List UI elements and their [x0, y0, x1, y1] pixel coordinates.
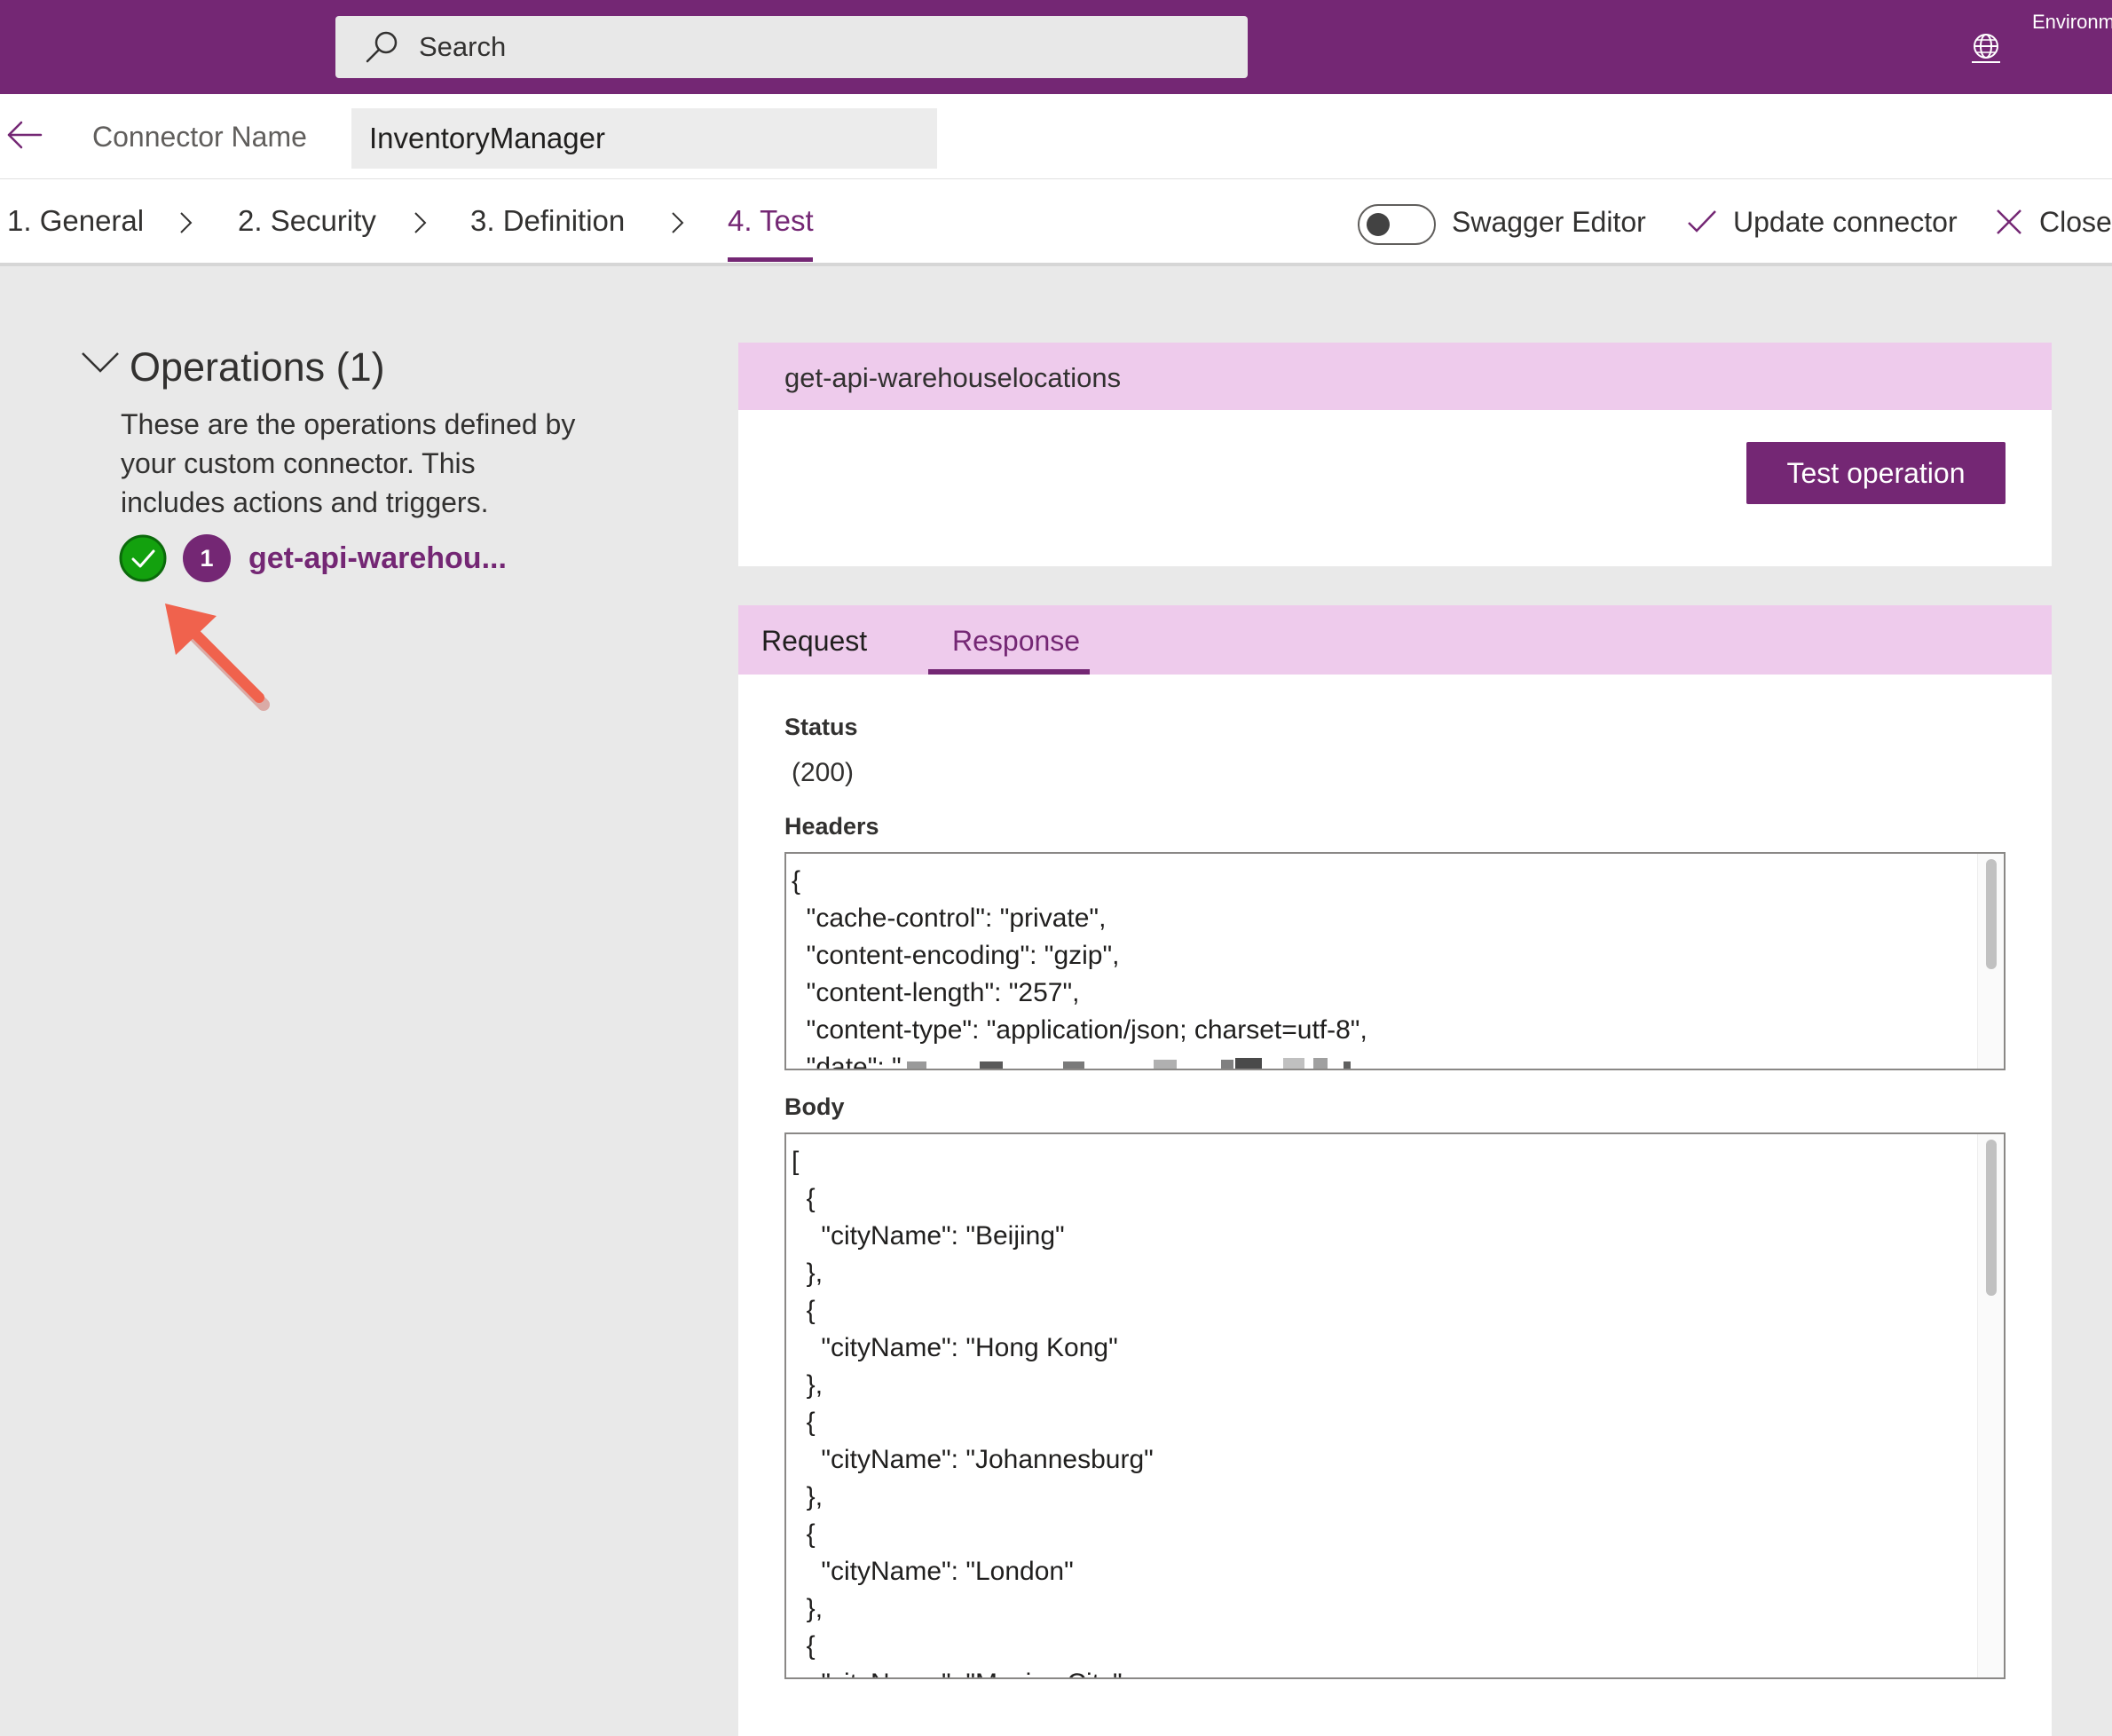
headers-label: Headers	[784, 813, 879, 840]
environment-label[interactable]: Environments	[2032, 11, 2112, 34]
body-textbox[interactable]: [ { "cityName": "Beijing" }, { "cityName…	[784, 1132, 2006, 1679]
chevron-down-icon[interactable]	[80, 350, 121, 376]
connector-name-label: Connector Name	[92, 121, 307, 153]
headers-textbox[interactable]: { "cache-control": "private", "content-e…	[784, 852, 2006, 1070]
success-check-icon	[119, 534, 167, 582]
body-scroll-thumb[interactable]	[1986, 1140, 1997, 1296]
globe-icon[interactable]	[1968, 30, 2004, 66]
tab-request[interactable]: Request	[761, 625, 867, 658]
back-arrow-icon[interactable]	[4, 117, 46, 153]
body-content: [ { "cityName": "Beijing" }, { "cityName…	[792, 1147, 1154, 1677]
step-definition[interactable]: 3. Definition	[470, 204, 625, 238]
headers-content: { "cache-control": "private", "content-e…	[792, 866, 1367, 1070]
chevron-right-icon	[672, 212, 684, 233]
chevron-right-icon	[414, 212, 427, 233]
status-value: (200)	[792, 758, 855, 787]
body-scrollbar[interactable]	[1977, 1134, 2004, 1677]
redacted-pixel	[1283, 1058, 1304, 1069]
headers-scrollbar[interactable]	[1977, 854, 2004, 1069]
update-connector-button[interactable]: Update connector	[1733, 206, 1958, 239]
operation-card: Test operation	[738, 410, 2052, 566]
response-panel: Status (200) Headers { "cache-control": …	[738, 675, 2052, 1736]
chevron-right-icon	[180, 212, 193, 233]
swagger-editor-toggle[interactable]	[1358, 204, 1436, 245]
operations-title[interactable]: Operations (1)	[130, 344, 385, 391]
step-test[interactable]: 4. Test	[728, 204, 814, 238]
operation-link[interactable]: get-api-warehou...	[248, 541, 507, 576]
top-bar: Search Environments	[0, 0, 2112, 94]
test-operation-button[interactable]: Test operation	[1746, 442, 2006, 504]
operation-header: get-api-warehouselocations	[738, 343, 2052, 410]
search-box[interactable]: Search	[335, 16, 1248, 78]
search-icon	[366, 31, 398, 63]
connector-name-bar: Connector Name InventoryManager	[0, 94, 2112, 179]
operations-description: These are the operations defined by your…	[121, 408, 576, 518]
tab-response[interactable]: Response	[952, 625, 1080, 658]
wizard-steps-bar: 1. General 2. Security 3. Definition 4. …	[0, 179, 2112, 266]
step-security[interactable]: 2. Security	[238, 204, 376, 238]
checkmark-icon[interactable]	[1686, 206, 1718, 238]
search-placeholder: Search	[419, 31, 507, 62]
active-step-indicator	[728, 257, 813, 262]
operation-number-badge: 1	[183, 534, 231, 582]
body-label: Body	[784, 1093, 845, 1120]
step-general[interactable]: 1. General	[7, 204, 144, 238]
status-label: Status	[784, 714, 858, 740]
annotation-arrow-icon	[165, 604, 270, 711]
operation-header-title: get-api-warehouselocations	[784, 362, 1122, 393]
redacted-pixel	[1235, 1058, 1262, 1069]
connector-name-input[interactable]: InventoryManager	[351, 108, 937, 169]
swagger-editor-label[interactable]: Swagger Editor	[1452, 206, 1646, 239]
close-icon[interactable]	[1993, 206, 2025, 238]
redacted-pixel	[1313, 1058, 1328, 1069]
close-button[interactable]: Close	[2039, 206, 2112, 239]
headers-scroll-thumb[interactable]	[1986, 859, 1997, 969]
request-response-tabs: Request Response	[738, 605, 2052, 675]
